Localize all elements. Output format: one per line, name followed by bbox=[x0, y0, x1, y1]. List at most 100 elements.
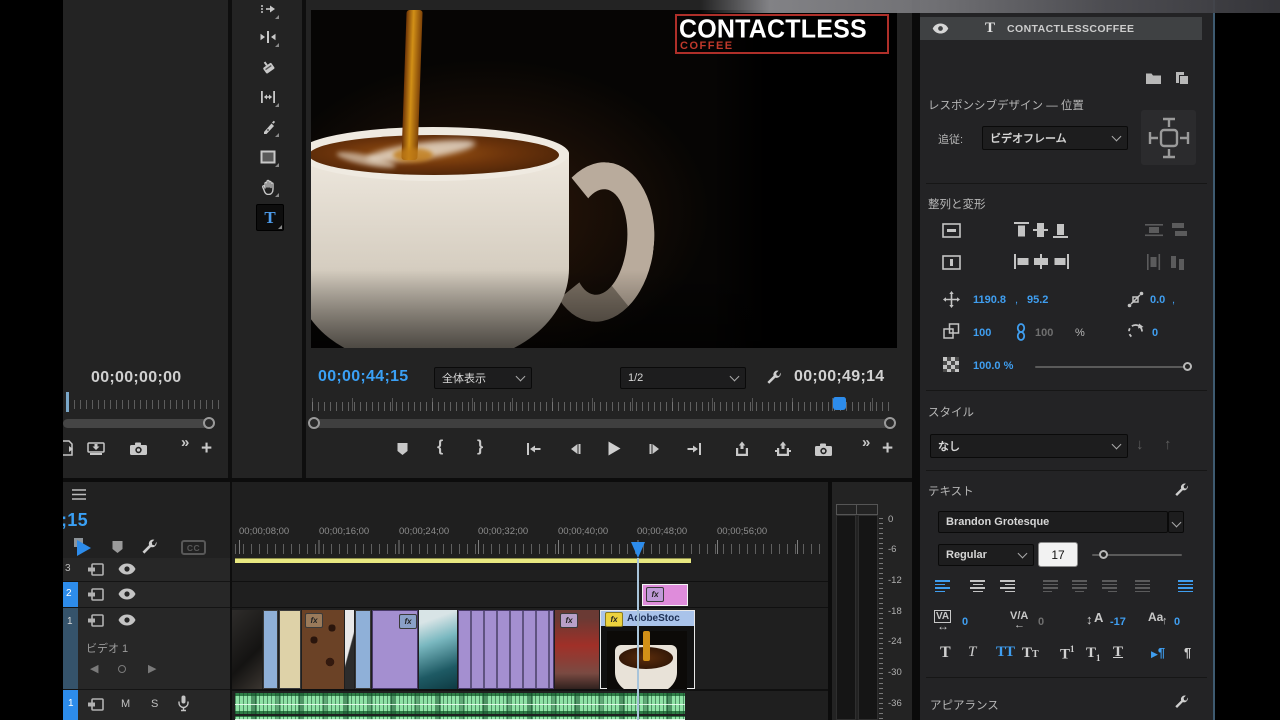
appearance-wrench-icon[interactable] bbox=[1173, 694, 1191, 712]
new-folder-icon[interactable] bbox=[1144, 71, 1162, 85]
track-target-icon[interactable] bbox=[87, 588, 104, 601]
opacity-slider-knob[interactable] bbox=[1183, 362, 1192, 371]
track-target-icon[interactable] bbox=[87, 698, 104, 711]
tracking-icon[interactable]: VA ↔ bbox=[933, 610, 957, 630]
timeline-clip-thumbnail[interactable]: fx bbox=[555, 610, 599, 689]
distribute-horizontal-space-icon[interactable] bbox=[1170, 254, 1188, 270]
track-visibility-eye-icon[interactable] bbox=[118, 614, 136, 626]
scale-y-value[interactable]: 100 bbox=[1035, 327, 1053, 339]
program-settings-wrench-icon[interactable] bbox=[764, 368, 784, 388]
style-push-up-button[interactable]: ↑ bbox=[1164, 436, 1172, 453]
justify-last-right-button[interactable] bbox=[1102, 580, 1117, 592]
font-dropdown[interactable]: Brandon Grotesque bbox=[938, 511, 1168, 533]
work-area-bar[interactable] bbox=[235, 558, 691, 563]
align-vcenter-frame-icon[interactable] bbox=[942, 223, 961, 238]
distribute-vertical-space-icon[interactable] bbox=[1170, 222, 1188, 238]
timeline-clip-v2-title[interactable]: fx bbox=[642, 584, 688, 606]
paragraph-rtl-button[interactable]: ▶¶ bbox=[1151, 645, 1165, 660]
timeline-clip[interactable] bbox=[355, 610, 371, 689]
play-button[interactable] bbox=[605, 439, 623, 457]
prev-keyframe-button[interactable]: ◀ bbox=[90, 662, 98, 675]
kerning-value[interactable]: 0 bbox=[1038, 616, 1044, 628]
program-zoom-knob-right[interactable] bbox=[884, 417, 896, 429]
timeline-clip[interactable]: fx bbox=[372, 610, 418, 689]
mute-button[interactable]: M bbox=[121, 698, 130, 710]
track-visibility-eye-icon[interactable] bbox=[118, 563, 136, 575]
kerning-icon[interactable]: V/A ← bbox=[1010, 610, 1034, 630]
justify-all-button[interactable] bbox=[1135, 580, 1150, 592]
timeline-playhead-head[interactable] bbox=[631, 542, 645, 558]
timeline-partial-timecode[interactable]: ;15 bbox=[61, 510, 88, 531]
timeline-clip-thumbnail[interactable]: fx bbox=[302, 610, 344, 689]
baseline-shift-icon[interactable]: Aa ↑ bbox=[1148, 610, 1172, 630]
new-layer-icon[interactable] bbox=[1173, 70, 1189, 85]
source-zoom-knob[interactable] bbox=[203, 417, 215, 429]
baseline-shift-value[interactable]: 0 bbox=[1174, 616, 1180, 628]
fit-dropdown[interactable]: 全体表示 bbox=[434, 367, 532, 389]
tracking-value[interactable]: 0 bbox=[962, 616, 968, 628]
program-zoom-knob-left[interactable] bbox=[308, 417, 320, 429]
underline-button[interactable]: T bbox=[1113, 644, 1123, 661]
program-zoom-bar[interactable] bbox=[312, 419, 892, 428]
timeline-menu-icon[interactable] bbox=[71, 487, 87, 501]
transition-marker[interactable] bbox=[345, 610, 354, 689]
font-dropdown-chevron-button[interactable] bbox=[1168, 511, 1184, 533]
align-bottom-icon[interactable] bbox=[1053, 222, 1068, 238]
program-current-timecode[interactable]: 00;00;44;15 bbox=[318, 368, 408, 386]
voiceover-mic-icon[interactable] bbox=[177, 695, 190, 712]
audio1-clip-waveform[interactable] bbox=[235, 693, 685, 714]
position-y-value[interactable]: 95.2 bbox=[1027, 294, 1048, 306]
rotation-icon[interactable] bbox=[1125, 321, 1145, 341]
font-size-field[interactable]: 17 bbox=[1038, 542, 1078, 567]
timeline-settings-wrench-icon[interactable] bbox=[140, 538, 160, 558]
scale-link-icon[interactable] bbox=[1016, 323, 1026, 341]
leading-value[interactable]: -17 bbox=[1110, 616, 1126, 628]
timeline-playhead-line[interactable] bbox=[637, 558, 639, 720]
position-move-icon[interactable] bbox=[943, 291, 960, 308]
pen-tool[interactable] bbox=[256, 116, 280, 138]
razor-tool[interactable] bbox=[256, 56, 280, 78]
superscript-button[interactable]: T1 bbox=[1060, 644, 1075, 663]
opacity-value[interactable]: 100.0 % bbox=[973, 360, 1013, 372]
rotation-value[interactable]: 0 bbox=[1152, 327, 1158, 339]
align-text-center-button[interactable] bbox=[970, 580, 985, 592]
next-keyframe-button[interactable]: ▶ bbox=[148, 662, 156, 675]
distribute-horizontal-icon[interactable] bbox=[1145, 254, 1163, 270]
title-overlay-box[interactable]: CONTACTLESS COFFEE bbox=[675, 14, 889, 54]
align-hcenter-icon[interactable] bbox=[1033, 254, 1049, 269]
go-to-in-button[interactable] bbox=[524, 441, 542, 456]
track-target-icon[interactable] bbox=[87, 614, 104, 627]
source-mini-ruler[interactable] bbox=[68, 400, 220, 409]
anchor-value[interactable]: 0.0 bbox=[1150, 294, 1165, 306]
timeline-clip-adobestock[interactable]: fx AdobeStoc bbox=[600, 610, 695, 689]
leading-icon[interactable]: ↕ A bbox=[1086, 610, 1110, 630]
scale-icon[interactable] bbox=[943, 323, 960, 339]
mark-in-button[interactable]: { bbox=[437, 438, 443, 456]
anchor-point-icon[interactable] bbox=[1126, 290, 1144, 308]
justify-last-center-button[interactable] bbox=[1072, 580, 1087, 592]
snap-icon[interactable] bbox=[73, 538, 95, 557]
timeline-clip[interactable] bbox=[263, 610, 278, 689]
program-more-button[interactable]: » bbox=[862, 434, 870, 451]
resolution-dropdown[interactable]: 1/2 bbox=[620, 367, 746, 389]
audio2-clip-waveform[interactable] bbox=[235, 716, 685, 720]
program-playhead-marker[interactable] bbox=[833, 397, 846, 410]
timeline-clip-thumbnail[interactable] bbox=[419, 610, 457, 689]
lift-button[interactable] bbox=[733, 440, 751, 457]
mark-out-button[interactable]: } bbox=[477, 438, 483, 456]
layer-row[interactable]: T CONTACTLESSCOFFEE bbox=[920, 17, 1202, 40]
type-tool[interactable]: T bbox=[256, 204, 284, 231]
export-frame-camera-icon[interactable] bbox=[128, 440, 148, 456]
align-hcenter-frame-icon[interactable] bbox=[942, 255, 961, 270]
timeline-marker-icon[interactable] bbox=[110, 539, 125, 555]
solo-button[interactable]: S bbox=[151, 698, 158, 710]
hand-tool[interactable] bbox=[256, 176, 280, 198]
paragraph-ltr-button[interactable]: ¶ bbox=[1184, 645, 1191, 660]
extract-button[interactable] bbox=[774, 440, 792, 457]
all-caps-button[interactable]: TT bbox=[996, 644, 1014, 661]
source-playhead[interactable] bbox=[66, 392, 69, 412]
align-top-icon[interactable] bbox=[1014, 222, 1029, 238]
faux-bold-button[interactable]: T bbox=[940, 644, 951, 662]
align-right-icon[interactable] bbox=[1053, 254, 1069, 269]
source-more-button[interactable]: » bbox=[181, 434, 189, 451]
